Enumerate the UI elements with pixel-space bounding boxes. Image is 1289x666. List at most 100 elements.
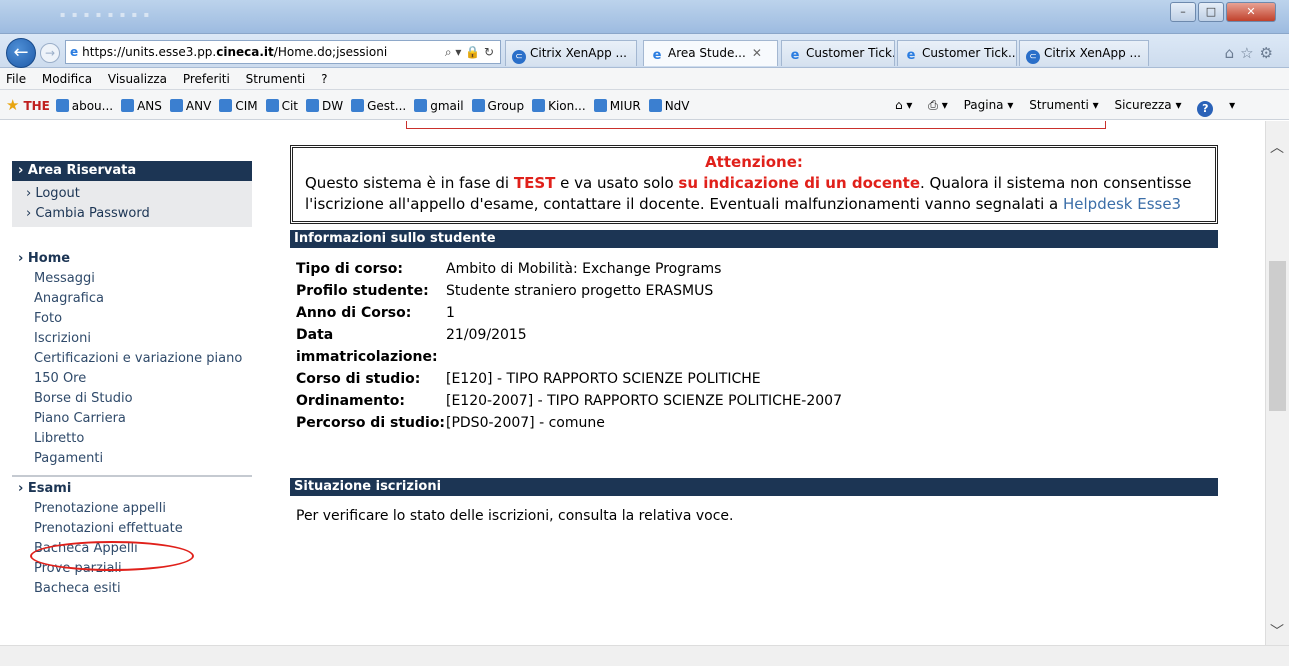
warning-text-2: e va usato solo — [555, 174, 679, 192]
helpdesk-link[interactable]: Helpdesk Esse3 — [1063, 195, 1181, 213]
info-label: Data immatricolazione: — [296, 327, 438, 365]
favorites-star-icon[interactable]: ★ — [6, 96, 19, 114]
info-value: 21/09/2015 — [446, 327, 527, 343]
close-window-button[interactable]: ✕ — [1226, 2, 1276, 22]
favorite-label: gmail — [430, 99, 464, 113]
command-bar: ⌂ ▾ ⎙ ▾ Pagina ▾ Strumenti ▾ Sicurezza ▾… — [895, 98, 1236, 117]
scroll-down-icon[interactable]: ﹀ — [1270, 621, 1284, 641]
favorite-item[interactable]: Cit — [265, 99, 298, 113]
warning-test: TEST — [513, 174, 556, 192]
tab-4[interactable]: ⊂ Citrix XenApp ... — [1019, 40, 1149, 66]
window-titlebar: ▪ ▪ ▪ ▪ ▪ ▪ ▪ ▪ – □ ✕ — [0, 0, 1289, 34]
favorite-label: MIUR — [609, 99, 641, 113]
command-sicurezza[interactable]: Sicurezza ▾ — [1114, 98, 1181, 112]
favorite-icon — [265, 99, 279, 112]
vertical-scrollbar[interactable]: ︿ ﹀ — [1265, 121, 1289, 645]
address-bar[interactable]: e https://units.esse3.pp.cineca.it/Home.d… — [65, 40, 501, 64]
sidebar-exam-item-0[interactable]: Prenotazione appelli — [12, 499, 252, 519]
sidebar-home-title[interactable]: › Home — [12, 249, 252, 269]
enrollment-heading: Situazione iscrizioni — [290, 478, 1218, 496]
menu-help[interactable]: ? — [321, 72, 327, 86]
tab-1[interactable]: e Area Stude... ✕ — [643, 40, 778, 66]
sidebar-home-item-0[interactable]: Messaggi — [12, 269, 252, 289]
favorite-item[interactable]: ANS — [121, 99, 162, 113]
sidebar-item-cambia-password[interactable]: › Cambia Password — [26, 204, 252, 224]
favorite-item[interactable]: abou... — [55, 99, 113, 113]
info-value: 1 — [446, 305, 455, 321]
tab-label: Area Stude... — [668, 46, 746, 60]
sidebar-home-item-2[interactable]: Foto — [12, 309, 252, 329]
favorite-icon — [648, 99, 662, 112]
sidebar-home-item-4[interactable]: Certificazioni e variazione piano — [12, 349, 252, 369]
close-tab-icon[interactable]: ✕ — [752, 46, 762, 60]
sidebar-reserved-title[interactable]: › Area Riservata — [12, 161, 252, 181]
favorite-icon — [55, 99, 69, 112]
favorite-item[interactable]: Kion... — [532, 99, 586, 113]
address-tools[interactable]: ⌕ ▾ 🔒 ↻ — [445, 41, 494, 63]
info-row: Data immatricolazione: 21/09/2015 — [290, 324, 1218, 368]
menu-file[interactable]: File — [6, 72, 26, 86]
favorites-brand[interactable]: THE — [23, 99, 49, 113]
favorite-item[interactable]: ANV — [169, 99, 211, 113]
sidebar-reserved-list: › Logout › Cambia Password — [12, 181, 252, 227]
sidebar-home-item-1[interactable]: Anagrafica — [12, 289, 252, 309]
info-label: Anno di Corso: — [296, 305, 412, 321]
sidebar-home-item-7[interactable]: Piano Carriera — [12, 409, 252, 429]
sidebar-exam-item-1[interactable]: Prenotazioni effettuate — [12, 519, 252, 539]
print-icon[interactable]: ⎙ ▾ — [928, 98, 947, 112]
menu-modifica[interactable]: Modifica — [42, 72, 92, 86]
sidebar-home-item-9[interactable]: Pagamenti — [12, 449, 252, 469]
sidebar-home-item-6[interactable]: Borse di Studio — [12, 389, 252, 409]
tab-0[interactable]: ⊂ Citrix XenApp ... — [505, 40, 637, 66]
favorite-icon — [532, 99, 546, 112]
main-panel: Attenzione: Questo sistema è in fase di … — [290, 145, 1218, 524]
info-row: Percorso di studio: [PDS0-2007] - comune — [290, 412, 1218, 434]
favorite-item[interactable]: Group — [471, 99, 524, 113]
menu-bar: File Modifica Visualizza Preferiti Strum… — [0, 68, 1289, 90]
favorite-icon — [414, 99, 428, 112]
command-strumenti[interactable]: Strumenti ▾ — [1029, 98, 1098, 112]
help-icon[interactable]: ? — [1197, 101, 1214, 117]
back-button[interactable]: ← — [6, 38, 36, 68]
sidebar-home-section: › Home Messaggi Anagrafica Foto Iscrizioni C… — [12, 249, 252, 469]
favorite-item[interactable]: CIM — [219, 99, 258, 113]
minimize-button[interactable]: – — [1170, 2, 1196, 22]
tab-3[interactable]: e Customer Tick... — [897, 40, 1017, 66]
tab-label: Customer Tick... — [922, 46, 1017, 60]
ie-page-icon: e — [70, 45, 79, 59]
scroll-up-icon[interactable]: ︿ — [1270, 137, 1284, 157]
maximize-button[interactable]: □ — [1198, 2, 1224, 22]
favorite-item[interactable]: NdV — [648, 99, 690, 113]
info-row: Corso di studio: [E120] - TIPO RAPPORTO S… — [290, 368, 1218, 390]
test-warning-box: Attenzione: Questo sistema è in fase di … — [290, 145, 1218, 224]
navigation-bar: ← → e https://units.esse3.pp.cineca.it/Ho… — [0, 34, 1289, 68]
sidebar-home-item-5[interactable]: 150 Ore — [12, 369, 252, 389]
citrix-icon: ⊂ — [512, 50, 526, 64]
info-label: Ordinamento: — [296, 393, 405, 409]
info-value: [E120] - TIPO RAPPORTO SCIENZE POLITICHE — [446, 371, 761, 387]
favorite-item[interactable]: MIUR — [593, 99, 641, 113]
sidebar-item-logout[interactable]: › Logout — [26, 184, 252, 204]
info-value: Studente straniero progetto ERASMUS — [446, 283, 714, 299]
info-row: Tipo di corso: Ambito di Mobilità: Exchan… — [290, 258, 1218, 280]
home-icon[interactable]: ⌂ ▾ — [895, 98, 912, 112]
favorite-label: NdV — [664, 99, 690, 113]
favorite-item[interactable]: gmail — [414, 99, 464, 113]
favorite-label: CIM — [235, 99, 258, 113]
favorite-item[interactable]: DW — [306, 99, 343, 113]
sidebar-exam-item-4[interactable]: Bacheca esiti — [12, 579, 252, 599]
tab-2[interactable]: e Customer Tick... — [781, 40, 895, 66]
menu-preferiti[interactable]: Preferiti — [183, 72, 230, 86]
sidebar-home-item-8[interactable]: Libretto — [12, 429, 252, 449]
scroll-thumb[interactable] — [1269, 261, 1286, 411]
favorite-item[interactable]: Gest... — [351, 99, 406, 113]
forward-button[interactable]: → — [40, 43, 60, 63]
sidebar-home-item-3[interactable]: Iscrizioni — [12, 329, 252, 349]
menu-visualizza[interactable]: Visualizza — [108, 72, 167, 86]
favorite-icon — [306, 99, 320, 112]
browser-toolbar-icons[interactable]: ⌂☆⚙ — [1225, 44, 1279, 62]
red-frame-edge — [406, 121, 1106, 129]
menu-strumenti[interactable]: Strumenti — [246, 72, 306, 86]
sidebar-esami-title[interactable]: › Esami — [12, 479, 252, 499]
command-pagina[interactable]: Pagina ▾ — [964, 98, 1014, 112]
